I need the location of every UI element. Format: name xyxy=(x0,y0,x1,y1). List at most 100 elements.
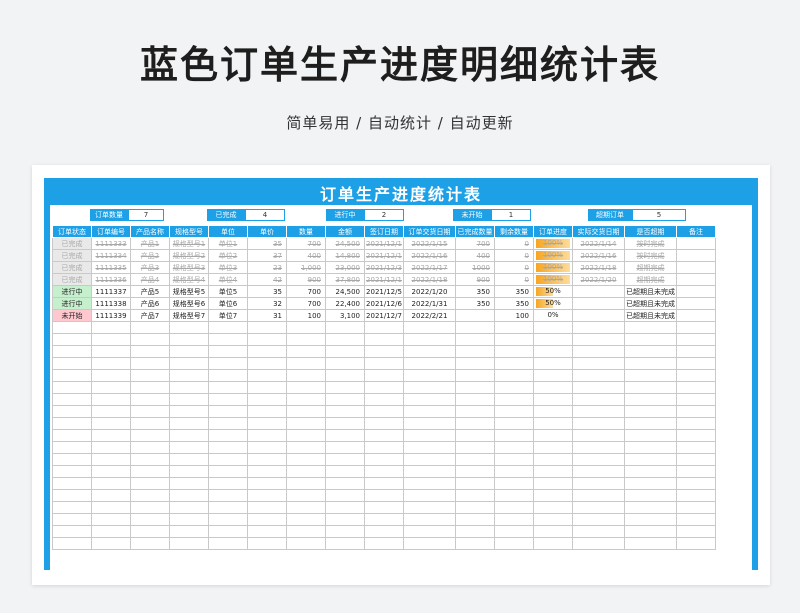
cell-status[interactable] xyxy=(52,321,92,334)
cell-status[interactable] xyxy=(52,429,92,442)
column-header-status[interactable]: 订单状态 xyxy=(52,225,92,238)
cell-actual-date[interactable] xyxy=(572,417,625,430)
cell-overdue[interactable] xyxy=(624,369,677,382)
cell-unit[interactable] xyxy=(208,321,248,334)
cell-amount[interactable] xyxy=(325,381,365,394)
cell-order-no[interactable] xyxy=(91,537,131,550)
cell-qty[interactable] xyxy=(286,429,326,442)
cell-due-date[interactable] xyxy=(403,477,456,490)
cell-spec[interactable] xyxy=(169,393,209,406)
cell-due-date[interactable] xyxy=(403,525,456,538)
summary-value[interactable]: 4 xyxy=(245,209,285,221)
cell-done-qty[interactable]: 400 xyxy=(455,249,495,262)
cell-remain[interactable] xyxy=(494,357,534,370)
cell-done-qty[interactable] xyxy=(455,321,495,334)
cell-note[interactable] xyxy=(676,417,716,430)
cell-price[interactable] xyxy=(247,477,287,490)
cell-qty[interactable]: 700 xyxy=(286,297,326,310)
cell-overdue[interactable] xyxy=(624,417,677,430)
cell-sign-date[interactable]: 2021/12/7 xyxy=(364,309,404,322)
cell-price[interactable]: 35 xyxy=(247,237,287,250)
cell-status[interactable]: 进行中 xyxy=(52,285,92,298)
cell-done-qty[interactable]: 1000 xyxy=(455,261,495,274)
cell-overdue[interactable] xyxy=(624,525,677,538)
cell-order-no[interactable]: 1111333 xyxy=(91,237,131,250)
cell-note[interactable] xyxy=(676,249,716,262)
cell-price[interactable]: 42 xyxy=(247,273,287,286)
cell-actual-date[interactable] xyxy=(572,369,625,382)
cell-actual-date[interactable] xyxy=(572,357,625,370)
cell-status[interactable] xyxy=(52,357,92,370)
cell-done-qty[interactable] xyxy=(455,465,495,478)
cell-due-date[interactable] xyxy=(403,429,456,442)
cell-price[interactable] xyxy=(247,393,287,406)
cell-remain[interactable]: 0 xyxy=(494,261,534,274)
column-header-actual-date[interactable]: 实际交货日期 xyxy=(572,225,625,238)
cell-qty[interactable] xyxy=(286,393,326,406)
cell-order-no[interactable] xyxy=(91,393,131,406)
cell-note[interactable] xyxy=(676,537,716,550)
cell-done-qty[interactable] xyxy=(455,405,495,418)
cell-spec[interactable]: 规格型号7 xyxy=(169,309,209,322)
cell-overdue[interactable] xyxy=(624,333,677,346)
cell-order-no[interactable] xyxy=(91,489,131,502)
cell-qty[interactable] xyxy=(286,441,326,454)
cell-due-date[interactable] xyxy=(403,405,456,418)
cell-done-qty[interactable] xyxy=(455,309,495,322)
cell-overdue[interactable] xyxy=(624,345,677,358)
cell-spec[interactable] xyxy=(169,345,209,358)
cell-price[interactable]: 23 xyxy=(247,261,287,274)
cell-remain[interactable] xyxy=(494,417,534,430)
cell-price[interactable] xyxy=(247,429,287,442)
cell-status[interactable]: 已完成 xyxy=(52,249,92,262)
cell-sign-date[interactable] xyxy=(364,501,404,514)
cell-sign-date[interactable] xyxy=(364,321,404,334)
cell-amount[interactable] xyxy=(325,465,365,478)
cell-status[interactable] xyxy=(52,369,92,382)
cell-actual-date[interactable] xyxy=(572,513,625,526)
cell-status[interactable] xyxy=(52,441,92,454)
cell-actual-date[interactable] xyxy=(572,333,625,346)
cell-remain[interactable] xyxy=(494,489,534,502)
cell-qty[interactable] xyxy=(286,369,326,382)
cell-overdue[interactable]: 已超期且未完成 xyxy=(624,309,677,322)
cell-amount[interactable]: 37,800 xyxy=(325,273,365,286)
cell-sign-date[interactable]: 2021/12/1 xyxy=(364,249,404,262)
cell-qty[interactable]: 900 xyxy=(286,273,326,286)
cell-due-date[interactable] xyxy=(403,465,456,478)
cell-price[interactable] xyxy=(247,501,287,514)
cell-price[interactable] xyxy=(247,465,287,478)
cell-overdue[interactable]: 按时完成 xyxy=(624,237,677,250)
cell-price[interactable] xyxy=(247,381,287,394)
cell-order-no[interactable] xyxy=(91,381,131,394)
cell-overdue[interactable] xyxy=(624,489,677,502)
cell-overdue[interactable] xyxy=(624,453,677,466)
cell-spec[interactable] xyxy=(169,369,209,382)
cell-overdue[interactable]: 超期完成 xyxy=(624,273,677,286)
cell-unit[interactable] xyxy=(208,477,248,490)
cell-product[interactable] xyxy=(130,369,170,382)
cell-remain[interactable]: 0 xyxy=(494,249,534,262)
cell-done-qty[interactable] xyxy=(455,525,495,538)
cell-order-no[interactable] xyxy=(91,525,131,538)
cell-remain[interactable]: 100 xyxy=(494,309,534,322)
cell-spec[interactable] xyxy=(169,357,209,370)
cell-product[interactable] xyxy=(130,513,170,526)
cell-due-date[interactable] xyxy=(403,417,456,430)
column-header-due-date[interactable]: 订单交货日期 xyxy=(403,225,456,238)
cell-order-no[interactable]: 1111338 xyxy=(91,297,131,310)
cell-product[interactable]: 产品3 xyxy=(130,261,170,274)
cell-spec[interactable] xyxy=(169,453,209,466)
cell-remain[interactable] xyxy=(494,453,534,466)
cell-amount[interactable] xyxy=(325,429,365,442)
cell-note[interactable] xyxy=(676,285,716,298)
cell-due-date[interactable] xyxy=(403,369,456,382)
cell-unit[interactable] xyxy=(208,357,248,370)
cell-overdue[interactable] xyxy=(624,429,677,442)
cell-progress[interactable] xyxy=(533,441,573,454)
cell-qty[interactable] xyxy=(286,357,326,370)
cell-actual-date[interactable]: 2022/1/18 xyxy=(572,261,625,274)
cell-product[interactable] xyxy=(130,417,170,430)
cell-remain[interactable] xyxy=(494,369,534,382)
column-header-qty[interactable]: 数量 xyxy=(286,225,326,238)
